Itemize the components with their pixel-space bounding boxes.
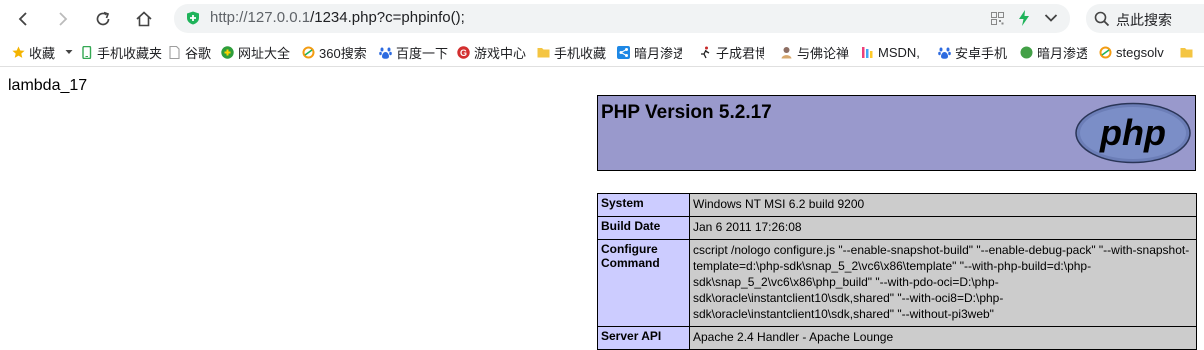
bookmark-item[interactable]: 子成君博	[699, 43, 764, 61]
bookmark-item[interactable]: 百度一下	[379, 43, 448, 61]
arrow-right-icon	[59, 12, 68, 26]
php-info-table: System Windows NT MSI 6.2 build 9200 Bui…	[597, 193, 1197, 350]
share-icon	[617, 45, 630, 59]
bookmark-item[interactable]: stegsolv	[1099, 43, 1164, 61]
search-360-icon	[302, 46, 315, 58]
bookmark-item[interactable]: 收藏	[12, 43, 73, 61]
php-logo-icon[interactable]: php	[1074, 102, 1192, 164]
leaf-icon	[1020, 46, 1033, 58]
table-row: Build Date Jan 6 2011 17:26:08	[597, 216, 1197, 240]
row-key: Server API	[597, 326, 690, 350]
bookmark-item[interactable]	[1180, 43, 1197, 61]
bookmark-item[interactable]: 网址大全	[221, 43, 290, 61]
runner-icon	[701, 46, 710, 58]
home-button[interactable]	[131, 7, 157, 31]
bookmark-label: 游戏中心	[474, 45, 527, 61]
row-value: Windows NT MSI 6.2 build 9200	[689, 193, 1197, 217]
bookmark-item[interactable]: 暗月渗透	[617, 43, 682, 61]
bookmark-item[interactable]: 360搜索	[302, 43, 367, 61]
bookmark-label: stegsolv	[1116, 44, 1164, 60]
folder-icon	[537, 47, 550, 57]
page-icon	[169, 45, 180, 59]
arrow-left-icon	[18, 12, 27, 26]
url-path: /1234.php?c=phpinfo();	[310, 9, 465, 26]
bookmark-label: 360搜索	[319, 45, 367, 61]
baidu-paw-icon	[938, 47, 951, 59]
forward-button[interactable]	[50, 7, 76, 31]
url-host: http://127.0.0.1	[210, 9, 311, 26]
baidu-paw-icon	[379, 47, 392, 59]
bookmark-label: 手机收藏	[554, 45, 607, 61]
row-key: Configure Command	[597, 239, 690, 327]
secure-shield-icon	[187, 11, 199, 25]
bookmark-item[interactable]: 安卓手机	[938, 43, 1007, 61]
bookmark-label: 与佛论禅	[797, 45, 850, 61]
address-bar-actions	[991, 10, 1058, 26]
search-box[interactable]: 点此搜索	[1086, 4, 1204, 33]
table-row: Configure Command cscript /nologo config…	[597, 239, 1197, 327]
nav-icon	[221, 45, 234, 59]
chevron-down-icon[interactable]	[1044, 13, 1058, 23]
bookmark-item[interactable]: 手机收藏	[537, 43, 606, 61]
svg-text:G: G	[460, 48, 467, 58]
back-button[interactable]	[10, 7, 36, 31]
php-version-title: PHP Version 5.2.17	[601, 102, 772, 123]
svg-text:php: php	[1099, 112, 1166, 153]
php-version-header: PHP Version 5.2.17 php	[597, 95, 1196, 171]
bookmark-item[interactable]: 暗月渗透	[1020, 43, 1087, 61]
msdn-icon	[862, 46, 873, 58]
bookmarks-bar: 收藏 手机收藏夹 谷歌 网址大全 360搜索 百度一下 G 游戏中心 手机收藏 …	[0, 38, 1204, 67]
bookmark-label: 网址大全	[238, 45, 291, 61]
bookmark-label: 安卓手机	[955, 45, 1007, 61]
row-key: System	[597, 193, 690, 217]
search-360-icon	[1099, 46, 1112, 58]
reload-icon	[96, 11, 110, 26]
game-icon: G	[457, 45, 470, 59]
star-icon	[12, 46, 25, 58]
bookmark-label: 暗月渗透	[1037, 45, 1087, 61]
buddha-icon	[781, 46, 792, 58]
bookmark-label: 百度一下	[396, 45, 449, 61]
bookmark-label: 暗月渗透	[634, 45, 682, 61]
row-key: Build Date	[597, 216, 690, 240]
qr-code-icon[interactable]	[991, 11, 1004, 25]
table-row: Server API Apache 2.4 Handler - Apache L…	[597, 326, 1197, 350]
reload-button[interactable]	[90, 7, 116, 31]
bookmark-label: MSDN,	[878, 44, 920, 60]
url-text[interactable]: http://127.0.0.1/1234.php?c=phpinfo();	[210, 9, 465, 26]
bookmark-label: 收藏	[29, 45, 56, 61]
bookmark-label: 子成君博	[716, 45, 764, 61]
phone-icon	[82, 45, 92, 59]
script-output-text: lambda_17	[8, 77, 88, 94]
home-icon	[136, 11, 152, 27]
bookmark-label: 手机收藏夹	[97, 45, 163, 61]
row-value: Apache 2.4 Handler - Apache Lounge	[689, 326, 1197, 350]
row-value: Jan 6 2011 17:26:08	[689, 216, 1197, 240]
row-value: cscript /nologo configure.js "--enable-s…	[689, 239, 1197, 327]
search-placeholder: 点此搜索	[1116, 12, 1172, 28]
bookmark-item[interactable]: 手机收藏夹	[80, 43, 162, 61]
bookmark-item[interactable]: 谷歌	[168, 43, 211, 61]
folder-icon	[1180, 47, 1193, 57]
bookmark-item[interactable]: MSDN,	[861, 43, 920, 61]
address-bar[interactable]: http://127.0.0.1/1234.php?c=phpinfo();	[174, 4, 1070, 33]
lightning-icon[interactable]	[1018, 10, 1030, 26]
bookmark-item[interactable]: G 游戏中心	[457, 43, 526, 61]
bookmark-item[interactable]: 与佛论禅	[780, 43, 849, 61]
caret-down-icon[interactable]	[65, 49, 73, 55]
table-row: System Windows NT MSI 6.2 build 9200	[597, 193, 1197, 217]
bookmark-label: 谷歌	[185, 45, 212, 61]
search-icon	[1094, 11, 1110, 27]
browser-toolbar: http://127.0.0.1/1234.php?c=phpinfo(); 点…	[0, 0, 1204, 38]
